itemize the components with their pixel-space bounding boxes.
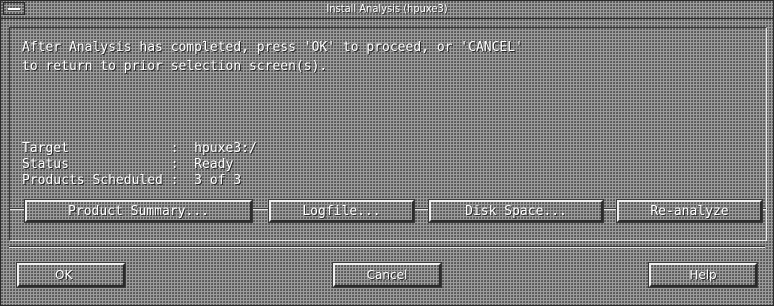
disk-space-label: Disk Space...	[465, 204, 567, 219]
reanalyze-button[interactable]: Re-analyze	[616, 199, 763, 223]
ok-button[interactable]: OK	[16, 262, 126, 288]
instruction-line-2: to return to prior selection screen(s).	[22, 59, 328, 74]
ok-label: OK	[55, 268, 73, 282]
footer-separator	[9, 246, 765, 248]
product-summary-label: Product Summary...	[68, 204, 209, 219]
help-label: Help	[689, 268, 717, 282]
disk-space-button[interactable]: Disk Space...	[428, 199, 604, 223]
logfile-label: Logfile...	[302, 204, 381, 219]
instruction-line-1: After Analysis has completed, press 'OK'…	[22, 40, 523, 55]
title-bar[interactable]: Install Analysis (hpuxe3)	[1, 1, 773, 19]
logfile-button[interactable]: Logfile...	[268, 199, 415, 223]
product-summary-button[interactable]: Product Summary...	[24, 199, 253, 223]
help-button[interactable]: Help	[648, 262, 758, 288]
window-title: Install Analysis (hpuxe3)	[326, 2, 448, 15]
install-analysis-dialog: Install Analysis (hpuxe3) After Analysis…	[0, 0, 774, 306]
cancel-label: Cancel	[366, 268, 408, 282]
cancel-button[interactable]: Cancel	[332, 262, 442, 288]
reanalyze-label: Re-analyze	[650, 204, 729, 219]
status-row: Status : Ready	[22, 157, 234, 172]
target-row: Target : hpuxe3:/	[22, 141, 257, 156]
products-scheduled-row: Products Scheduled : 3 of 3	[22, 173, 242, 188]
